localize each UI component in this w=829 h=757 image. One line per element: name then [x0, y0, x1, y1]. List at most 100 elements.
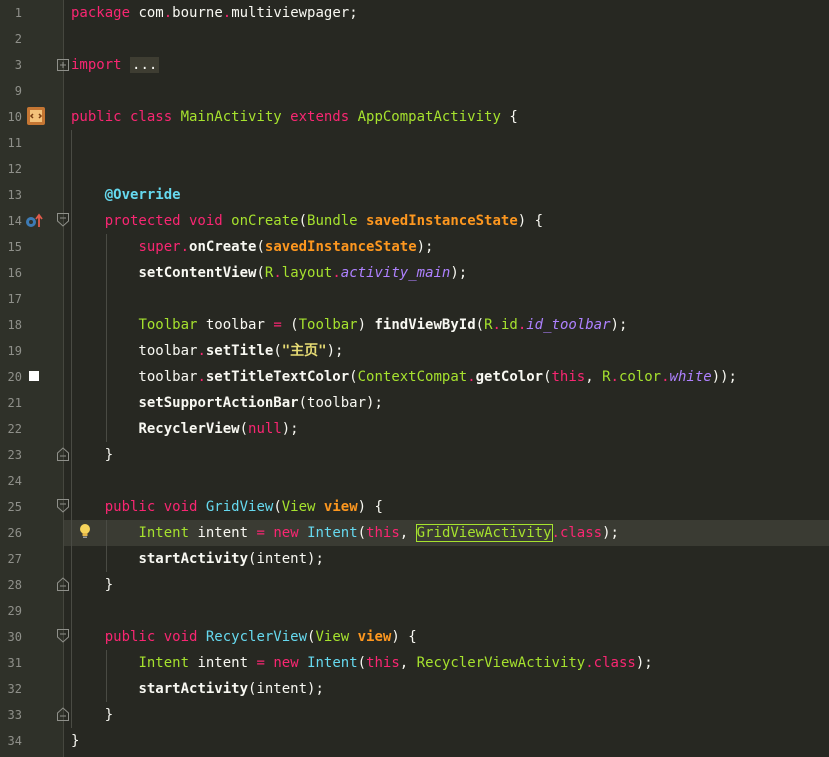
override-method-icon[interactable] — [24, 212, 44, 230]
code-token: ( — [475, 317, 485, 333]
line-number[interactable]: 26 — [0, 520, 22, 546]
code-editor[interactable]: package com.bourne.multiviewpager; import… — [0, 0, 829, 757]
code-line[interactable]: toolbar.setTitle("主页"); — [71, 338, 343, 364]
code-line[interactable]: startActivity(intent); — [71, 546, 323, 572]
line-number[interactable]: 15 — [0, 234, 22, 260]
code-token: public class — [71, 109, 181, 125]
code-token: )); — [711, 369, 737, 385]
line-number[interactable]: 33 — [0, 702, 22, 728]
line-number[interactable]: 30 — [0, 624, 22, 650]
line-number[interactable]: 32 — [0, 676, 22, 702]
code-line[interactable]: RecyclerView(null); — [71, 416, 299, 442]
code-line[interactable]: package com.bourne.multiviewpager; — [71, 0, 358, 26]
code-token: super — [138, 239, 181, 255]
line-number[interactable]: 3 — [0, 52, 22, 78]
code-line[interactable]: Intent intent = new Intent(this, Recycle… — [71, 650, 653, 676]
line-number[interactable]: 18 — [0, 312, 22, 338]
code-token: } — [71, 707, 114, 723]
code-line[interactable]: } — [71, 572, 113, 598]
line-number[interactable]: 14 — [0, 208, 22, 234]
line-number[interactable]: 34 — [0, 728, 22, 754]
code-line[interactable]: public void RecyclerView(View view) { — [71, 624, 417, 650]
code-token: "主页" — [281, 343, 327, 359]
code-token: } — [71, 577, 114, 593]
fold-end-icon[interactable] — [57, 447, 69, 461]
code-line[interactable]: import ... — [71, 52, 160, 78]
line-number[interactable]: 31 — [0, 650, 22, 676]
code-token: toolbar — [205, 317, 274, 333]
color-preview-icon[interactable] — [29, 371, 39, 381]
code-line[interactable]: @Override — [71, 182, 181, 208]
gutter-divider — [63, 0, 64, 757]
code-line[interactable]: } — [71, 442, 113, 468]
code-token: activity_main — [340, 265, 451, 281]
line-number[interactable]: 23 — [0, 442, 22, 468]
code-line[interactable]: super.onCreate(savedInstanceState); — [71, 234, 433, 260]
code-token: ); — [635, 655, 653, 671]
code-token: class — [593, 655, 636, 671]
code-line[interactable]: protected void onCreate(Bundle savedInst… — [71, 208, 543, 234]
code-token: extends — [281, 109, 358, 125]
code-line[interactable]: setContentView(R.layout.activity_main); — [71, 260, 467, 286]
line-number[interactable]: 29 — [0, 598, 22, 624]
line-number[interactable]: 24 — [0, 468, 22, 494]
line-number[interactable]: 19 — [0, 338, 22, 364]
code-token: ); — [602, 525, 619, 541]
line-number[interactable]: 1 — [0, 0, 22, 26]
line-number[interactable]: 2 — [0, 26, 22, 52]
line-number[interactable]: 10 — [0, 104, 22, 130]
line-number[interactable]: 12 — [0, 156, 22, 182]
code-token: class — [559, 525, 603, 541]
code-token: ( — [256, 265, 265, 281]
code-line[interactable]: } — [71, 728, 79, 754]
code-line[interactable]: public void GridView(View view) { — [71, 494, 383, 520]
code-line[interactable]: toolbar.setTitleTextColor(ContextCompat.… — [71, 364, 737, 390]
code-line[interactable]: startActivity(intent); — [71, 676, 323, 702]
code-line[interactable]: setSupportActionBar(toolbar); — [71, 390, 382, 416]
line-number[interactable]: 21 — [0, 390, 22, 416]
intention-bulb-icon[interactable] — [78, 522, 92, 540]
line-number[interactable]: 13 — [0, 182, 22, 208]
code-token: intent — [197, 525, 257, 541]
line-number[interactable]: 9 — [0, 78, 22, 104]
code-line[interactable]: } — [71, 702, 113, 728]
code-token: ( — [273, 499, 282, 515]
fold-collapse-icon[interactable] — [57, 213, 69, 227]
line-number[interactable]: 22 — [0, 416, 22, 442]
fold-expand-icon[interactable] — [57, 58, 69, 72]
line-number[interactable]: 16 — [0, 260, 22, 286]
code-token: . — [492, 317, 501, 333]
code-token: white — [669, 369, 712, 385]
code-line[interactable]: Toolbar toolbar = (Toolbar) findViewById… — [71, 312, 627, 338]
fold-end-icon[interactable] — [57, 707, 69, 721]
folded-import-block[interactable]: ... — [130, 57, 160, 73]
line-number[interactable]: 25 — [0, 494, 22, 520]
class-implementation-icon[interactable] — [26, 106, 46, 126]
code-token: . — [610, 369, 619, 385]
code-token: Intent — [138, 525, 198, 541]
code-line[interactable]: Intent intent = new Intent(this, GridVie… — [71, 520, 619, 546]
code-token: ( — [273, 343, 282, 359]
code-token: multiviewpager; — [231, 5, 358, 21]
line-number[interactable]: 27 — [0, 546, 22, 572]
code-token: findViewById — [374, 317, 476, 333]
code-token: AppCompatActivity — [357, 109, 501, 125]
line-number[interactable]: 20 — [0, 364, 22, 390]
line-number[interactable]: 28 — [0, 572, 22, 598]
fold-collapse-icon[interactable] — [57, 629, 69, 643]
code-token: ) { — [517, 213, 544, 229]
fold-collapse-icon[interactable] — [57, 499, 69, 513]
fold-end-icon[interactable] — [57, 577, 69, 591]
code-token: ); — [281, 421, 299, 437]
line-number[interactable]: 17 — [0, 286, 22, 312]
code-token: , — [585, 369, 603, 385]
line-number[interactable]: 11 — [0, 130, 22, 156]
code-token: RecyclerView — [138, 421, 240, 437]
code-token: this — [366, 525, 400, 541]
code-line[interactable]: public class MainActivity extends AppCom… — [71, 104, 518, 130]
